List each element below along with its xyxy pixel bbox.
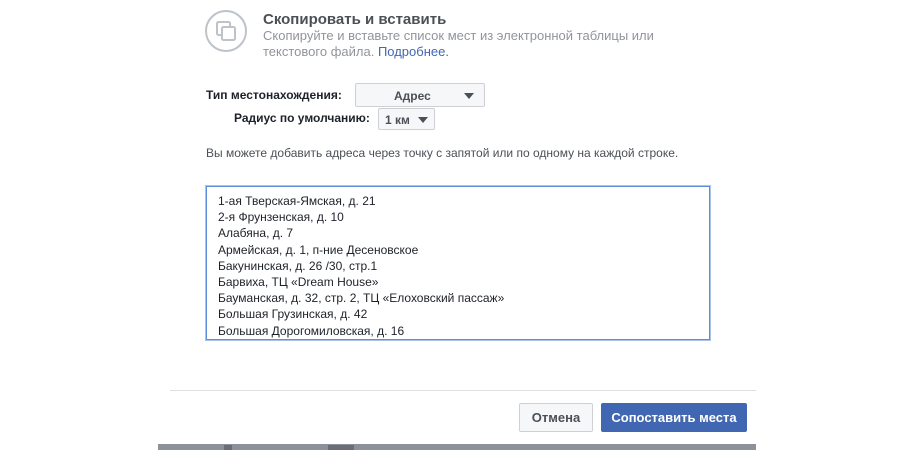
location-type-select[interactable]: Адрес: [355, 83, 485, 107]
option-description-text: Скопируйте и вставьте список мест из эле…: [263, 28, 654, 59]
page: Скопировать и вставить Скопируйте и вста…: [0, 0, 910, 450]
default-radius-value: 1 км: [385, 113, 410, 127]
location-type-value: Адрес: [394, 89, 431, 103]
instructions-text: Вы можете добавить адреса через точку с …: [206, 146, 679, 160]
option-description: Скопируйте и вставьте список мест из эле…: [263, 28, 683, 60]
default-radius-label: Радиус по умолчанию:: [234, 111, 370, 125]
address-line: Большая Дорогомиловская, д. 16: [218, 323, 405, 338]
background-page-strip: [158, 444, 756, 450]
footer-divider: [170, 390, 756, 391]
location-type-label: Тип местонахождения:: [206, 88, 342, 102]
address-line: 1-ая Тверская-Ямская, д. 21: [218, 194, 376, 208]
match-places-button[interactable]: Сопоставить места: [601, 403, 747, 432]
address-list-textarea[interactable]: 1-ая Тверская-Ямская, д. 21 2-я Фрунзенс…: [206, 186, 710, 340]
learn-more-link[interactable]: Подробнее.: [378, 44, 449, 59]
address-line: Армейская, д. 1, п-ние Десеновское: [218, 242, 419, 257]
address-line: 2-я Фрунзенская, д. 10: [218, 210, 344, 225]
address-line: Большая Грузинская, д. 42: [218, 307, 368, 322]
address-line: Бакунинская, д. 26 /30, стр.1: [218, 258, 378, 273]
copy-icon: [205, 10, 247, 52]
default-radius-select[interactable]: 1 км: [378, 108, 435, 130]
cancel-button[interactable]: Отмена: [519, 403, 593, 432]
address-line: Алабяна, д. 7: [218, 226, 294, 241]
chevron-down-icon: [464, 93, 474, 99]
option-title: Скопировать и вставить: [263, 11, 447, 28]
chevron-down-icon: [418, 117, 428, 123]
address-line: Барвиха, ТЦ «Dream House»: [218, 275, 379, 290]
address-line: Бауманская, д. 32, стр. 2, ТЦ «Елоховски…: [218, 291, 505, 306]
